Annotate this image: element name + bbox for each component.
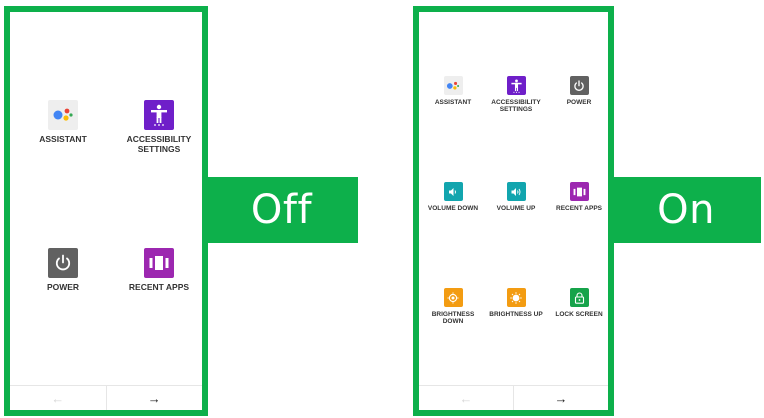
volume-down-label: VOLUME DOWN <box>427 205 479 212</box>
volume-up-label: VOLUME UP <box>496 205 536 212</box>
next-arrow-button[interactable]: → <box>513 386 608 410</box>
accessibility-settings-tile[interactable]: ACCESSIBILITY SETTINGS <box>485 76 547 114</box>
power-label: POWER <box>46 282 80 292</box>
on-state-label: On <box>611 177 761 243</box>
accessibility-person-icon <box>506 76 526 95</box>
accessibility-settings-label: ACCESSIBILITY SETTINGS <box>491 99 541 114</box>
brightness-down-tile[interactable]: BRIGHTNESS DOWN <box>425 288 481 326</box>
back-arrow-button[interactable]: ← <box>10 386 106 410</box>
assistant-label: ASSISTANT <box>39 134 87 144</box>
google-assistant-icon <box>48 100 78 130</box>
power-tile[interactable]: POWER <box>28 248 98 293</box>
brightness-up-tile[interactable]: BRIGHTNESS UP <box>483 288 549 318</box>
accessibility-settings-tile[interactable]: ACCESSIBILITY SETTINGS <box>114 100 204 155</box>
recent-apps-label: RECENT APPS <box>128 282 190 292</box>
next-arrow-button[interactable]: → <box>105 386 203 410</box>
back-arrow-button[interactable]: ← <box>419 386 513 410</box>
accessibility-person-icon <box>144 100 174 130</box>
recent-apps-icon <box>569 182 589 201</box>
power-icon <box>569 76 589 95</box>
phone-screen-off: ASSISTANT ACCESSIBILITY SETTINGS POWER R… <box>4 6 208 416</box>
volume-down-tile[interactable]: VOLUME DOWN <box>423 182 483 212</box>
recent-apps-label: RECENT APPS <box>556 205 602 212</box>
navigation-bar: ← → <box>10 385 202 410</box>
off-state-label: Off <box>205 177 358 243</box>
brightness-up-icon <box>506 288 526 307</box>
volume-up-icon <box>506 182 526 201</box>
brightness-up-label: BRIGHTNESS UP <box>489 311 543 318</box>
volume-up-tile[interactable]: VOLUME UP <box>487 182 545 212</box>
power-icon <box>48 248 78 278</box>
recent-apps-tile[interactable]: RECENT APPS <box>547 182 611 212</box>
lock-screen-tile[interactable]: LOCK SCREEN <box>549 288 609 318</box>
accessibility-settings-label: ACCESSIBILITY SETTINGS <box>126 134 192 154</box>
phone-screen-on: ASSISTANT ACCESSIBILITY SETTINGS POWER V… <box>413 6 614 416</box>
recent-apps-icon <box>144 248 174 278</box>
lock-icon <box>569 288 589 307</box>
brightness-down-icon <box>443 288 463 307</box>
volume-down-icon <box>443 182 463 201</box>
lock-screen-label: LOCK SCREEN <box>555 311 603 318</box>
navigation-bar: ← → <box>419 385 608 410</box>
google-assistant-icon <box>443 76 463 95</box>
power-tile[interactable]: POWER <box>549 76 609 106</box>
brightness-down-label: BRIGHTNESS DOWN <box>431 311 475 326</box>
assistant-tile[interactable]: ASSISTANT <box>425 76 481 106</box>
assistant-label: ASSISTANT <box>434 99 472 106</box>
power-label: POWER <box>566 99 592 106</box>
recent-apps-tile[interactable]: RECENT APPS <box>114 248 204 293</box>
assistant-tile[interactable]: ASSISTANT <box>28 100 98 145</box>
